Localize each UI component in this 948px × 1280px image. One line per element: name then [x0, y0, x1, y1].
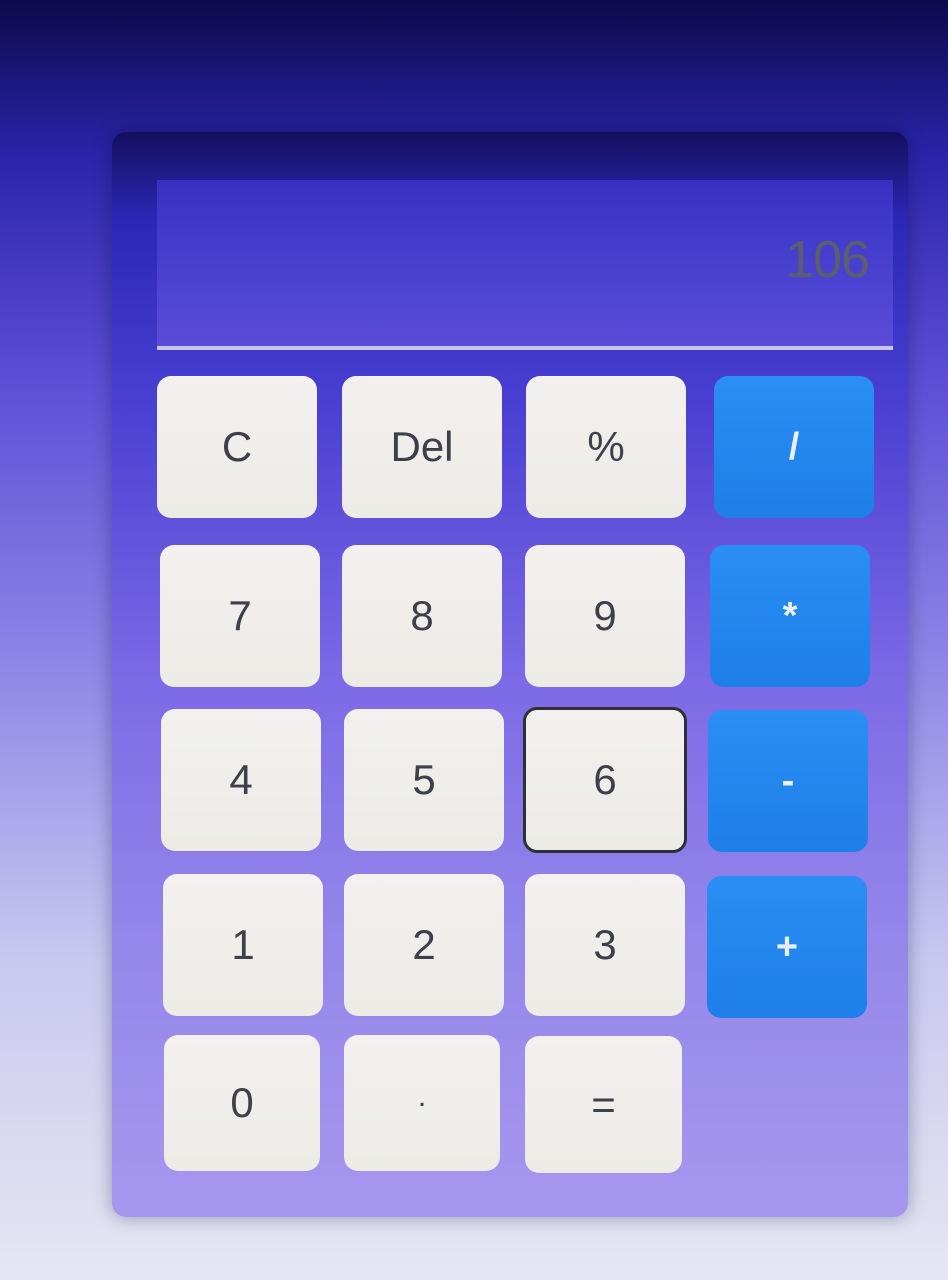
nine-button[interactable]: 9 — [525, 545, 685, 687]
calculator-panel: 106 C Del % / 7 8 9 * 4 5 6 - 1 2 3 + 0 … — [112, 132, 908, 1217]
calculator-display: 106 — [157, 180, 893, 350]
delete-button[interactable]: Del — [342, 376, 502, 518]
two-button[interactable]: 2 — [344, 874, 504, 1016]
decimal-label: . — [417, 1080, 427, 1113]
zero-button[interactable]: 0 — [164, 1035, 320, 1171]
subtract-button[interactable]: - — [708, 710, 868, 852]
display-value: 106 — [785, 231, 870, 289]
add-button[interactable]: + — [707, 876, 867, 1018]
decimal-button[interactable]: . — [344, 1035, 500, 1171]
seven-button[interactable]: 7 — [160, 545, 320, 687]
multiply-button[interactable]: * — [710, 545, 870, 687]
percent-button[interactable]: % — [526, 376, 686, 518]
six-button[interactable]: 6 — [523, 707, 687, 853]
equals-button[interactable]: = — [525, 1036, 682, 1173]
four-button[interactable]: 4 — [161, 709, 321, 851]
clear-button[interactable]: C — [157, 376, 317, 518]
eight-button[interactable]: 8 — [342, 545, 502, 687]
one-button[interactable]: 1 — [163, 874, 323, 1016]
three-button[interactable]: 3 — [525, 874, 685, 1016]
five-button[interactable]: 5 — [344, 709, 504, 851]
divide-button[interactable]: / — [714, 376, 874, 518]
